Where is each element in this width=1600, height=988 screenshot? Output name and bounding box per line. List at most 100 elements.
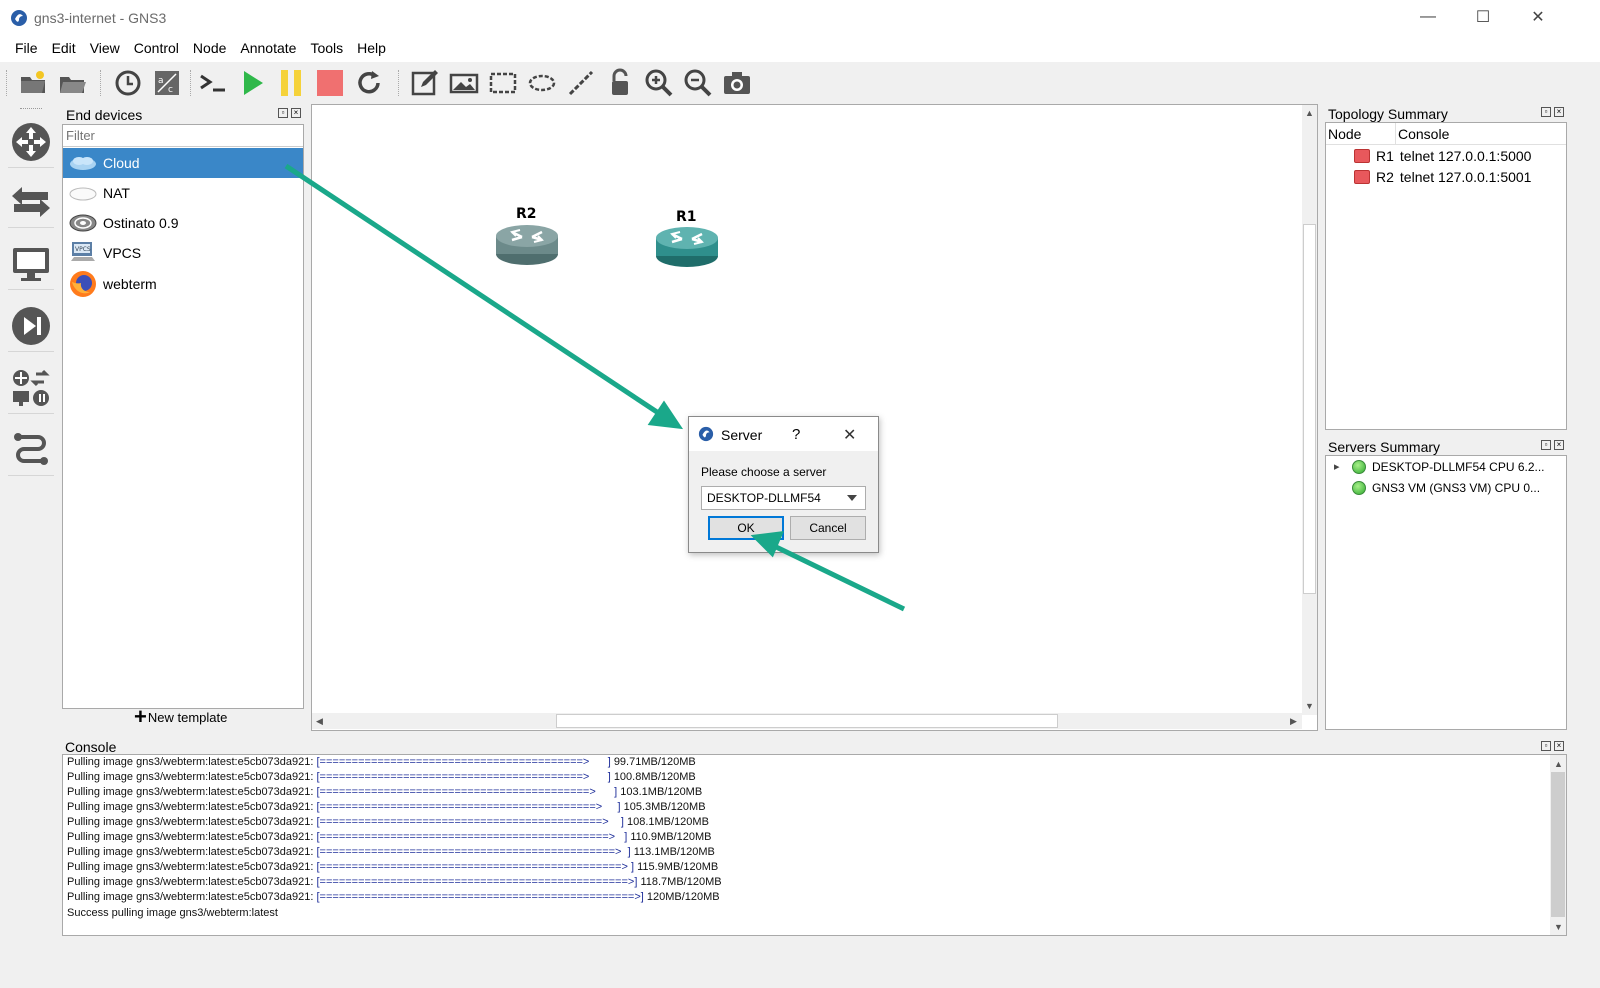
device-label: webterm: [103, 276, 157, 292]
minimize-button[interactable]: —: [1405, 0, 1451, 34]
float-panel-button[interactable]: ▫: [1541, 107, 1551, 117]
servers-summary-title: Servers Summary: [1328, 439, 1441, 455]
chevron-down-icon: [847, 495, 857, 501]
scroll-up-arrow-icon[interactable]: ▲: [1302, 105, 1317, 120]
menu-edit[interactable]: Edit: [45, 40, 83, 56]
draw-rectangle-icon[interactable]: [486, 66, 520, 100]
close-panel-button[interactable]: ×: [1554, 107, 1564, 117]
device-item-ostinato[interactable]: Ostinato 0.9: [63, 208, 303, 238]
selected-server: DESKTOP-DLLMF54: [707, 491, 821, 505]
zoom-out-icon[interactable]: [681, 66, 715, 100]
all-devices-icon[interactable]: [8, 362, 54, 414]
device-item-cloud[interactable]: Cloud: [63, 148, 303, 178]
ok-button[interactable]: OK: [708, 516, 784, 540]
scroll-down-arrow-icon[interactable]: ▼: [1302, 698, 1317, 713]
security-devices-icon[interactable]: [8, 300, 54, 352]
device-item-nat[interactable]: NAT: [63, 178, 303, 208]
zoom-in-icon[interactable]: [642, 66, 676, 100]
topology-summary-title: Topology Summary: [1328, 106, 1448, 122]
menu-help[interactable]: Help: [350, 40, 393, 56]
scroll-down-arrow-icon[interactable]: ▼: [1551, 919, 1566, 934]
new-template-button[interactable]: + New template: [134, 706, 227, 728]
filter-input[interactable]: [63, 125, 303, 147]
node-label-r1: R1: [676, 209, 697, 225]
scroll-up-arrow-icon[interactable]: ▲: [1551, 756, 1566, 771]
routers-icon[interactable]: [8, 116, 54, 168]
menu-control[interactable]: Control: [127, 40, 186, 56]
device-label: VPCS: [103, 245, 142, 261]
panel-dock-buttons: ▫ ×: [1541, 741, 1564, 751]
console-line: Pulling image gns3/webterm:latest:e5cb07…: [67, 876, 722, 888]
server-label: DESKTOP-DLLMF54 CPU 6.2...: [1372, 460, 1545, 474]
open-project-icon[interactable]: [55, 66, 89, 100]
topology-row-r1[interactable]: R1 telnet 127.0.0.1:5000: [1354, 148, 1531, 164]
server-select[interactable]: DESKTOP-DLLMF54: [701, 486, 866, 510]
float-panel-button[interactable]: ▫: [1541, 440, 1551, 450]
dialog-close-button[interactable]: ✕: [843, 425, 856, 445]
console-title: Console: [65, 739, 117, 755]
cloud-icon: [67, 150, 99, 176]
start-all-icon[interactable]: [235, 66, 269, 100]
switches-icon[interactable]: [8, 176, 54, 228]
console-scroll-thumb[interactable]: [1551, 772, 1565, 917]
scroll-right-arrow-icon[interactable]: ▶: [1286, 714, 1301, 729]
vertical-scroll-thumb[interactable]: [1303, 224, 1316, 594]
console-output[interactable]: Pulling image gns3/webterm:latest:e5cb07…: [62, 754, 1567, 936]
scroll-left-arrow-icon[interactable]: ◀: [312, 714, 327, 729]
draw-ellipse-icon[interactable]: [525, 66, 559, 100]
device-item-vpcs[interactable]: VPCS VPCS: [63, 238, 303, 268]
end-devices-title: End devices: [66, 107, 143, 123]
router-icon[interactable]: [654, 224, 720, 270]
close-panel-button[interactable]: ×: [1554, 440, 1564, 450]
server-row-gns3vm[interactable]: GNS3 VM (GNS3 VM) CPU 0...: [1352, 481, 1540, 495]
horizontal-scroll-thumb[interactable]: [556, 714, 1058, 728]
snapshot-icon[interactable]: [111, 66, 145, 100]
end-devices-icon[interactable]: [8, 238, 54, 290]
menu-node[interactable]: Node: [186, 40, 233, 56]
expand-arrow-icon[interactable]: ▸: [1334, 460, 1340, 473]
close-panel-button[interactable]: ×: [291, 108, 301, 118]
draw-line-icon[interactable]: [564, 66, 598, 100]
float-panel-button[interactable]: ▫: [278, 108, 288, 118]
svg-text:c: c: [168, 85, 173, 95]
column-header-console[interactable]: Console: [1396, 123, 1566, 145]
topology-row-r2[interactable]: R2 telnet 127.0.0.1:5001: [1354, 169, 1531, 185]
column-header-node[interactable]: Node: [1326, 123, 1396, 145]
add-note-icon[interactable]: [408, 66, 442, 100]
screenshot-icon[interactable]: [720, 66, 754, 100]
stop-all-icon[interactable]: [313, 66, 347, 100]
close-panel-button[interactable]: ×: [1554, 741, 1564, 751]
panel-dock-buttons: ▫ ×: [1541, 107, 1564, 117]
console-line: Pulling image gns3/webterm:latest:e5cb07…: [67, 846, 715, 858]
show-interface-labels-icon[interactable]: ac: [150, 66, 184, 100]
cancel-button[interactable]: Cancel: [790, 516, 866, 540]
svg-text:VPCS: VPCS: [75, 246, 91, 253]
menu-file[interactable]: File: [8, 40, 45, 56]
node-name: R2: [1376, 169, 1394, 185]
new-project-icon[interactable]: [16, 66, 50, 100]
topology-table-header: Node Console: [1326, 123, 1566, 145]
menu-annotate[interactable]: Annotate: [233, 40, 303, 56]
console-all-icon[interactable]: [196, 66, 230, 100]
ostinato-icon: [67, 210, 99, 236]
device-label: Cloud: [103, 155, 140, 171]
menu-tools[interactable]: Tools: [303, 40, 350, 56]
servers-summary-list: ▸ DESKTOP-DLLMF54 CPU 6.2... GNS3 VM (GN…: [1325, 455, 1567, 730]
close-button[interactable]: ✕: [1515, 0, 1561, 34]
maximize-button[interactable]: ☐: [1460, 0, 1506, 34]
server-row-desktop[interactable]: DESKTOP-DLLMF54 CPU 6.2...: [1352, 460, 1545, 474]
lock-icon[interactable]: [603, 66, 637, 100]
reload-all-icon[interactable]: [352, 66, 386, 100]
insert-picture-icon[interactable]: [447, 66, 481, 100]
window-title: gns3-internet - GNS3: [34, 10, 167, 26]
device-item-webterm[interactable]: webterm: [63, 269, 303, 299]
float-panel-button[interactable]: ▫: [1541, 741, 1551, 751]
help-button[interactable]: ?: [792, 426, 800, 443]
router-icon[interactable]: [494, 222, 560, 268]
vpcs-icon: VPCS: [67, 240, 99, 266]
add-link-icon[interactable]: [8, 424, 54, 476]
menu-view[interactable]: View: [83, 40, 127, 56]
suspend-all-icon[interactable]: [274, 66, 308, 100]
node-console: telnet 127.0.0.1:5000: [1399, 148, 1532, 164]
server-dialog: Server ? ✕ Please choose a server DESKTO…: [688, 416, 879, 553]
